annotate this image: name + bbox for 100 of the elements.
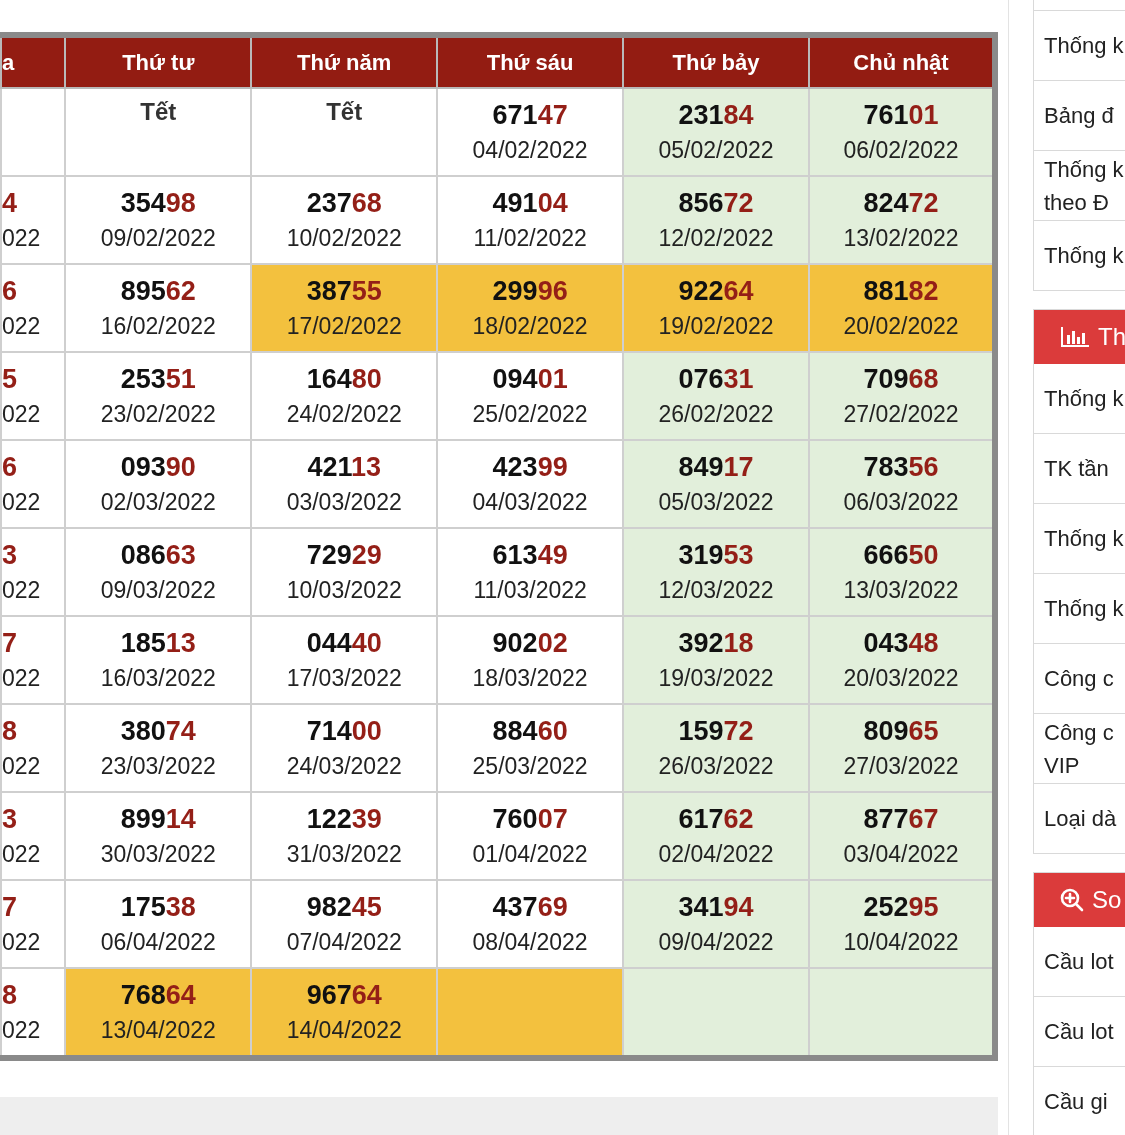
result-date: 02/03/2022	[100, 489, 216, 516]
result-number: 70968	[863, 364, 939, 395]
result-number: 92264	[678, 276, 754, 307]
result-number: 3	[3, 540, 18, 571]
result-date: 11/03/2022	[473, 577, 587, 604]
result-date: 20/02/2022	[843, 313, 959, 340]
result-number: 15972	[678, 716, 754, 747]
result-date: 18/02/2022	[472, 313, 588, 340]
result-number: 31953	[678, 540, 754, 571]
result-date: 07/04/2022	[286, 929, 402, 956]
holiday-label: Tết	[139, 98, 178, 126]
result-number: 12239	[306, 804, 382, 835]
sidebar-link[interactable]: Công c VIP	[1034, 713, 1125, 783]
result-date: 14/04/2022	[286, 1017, 402, 1044]
result-date: 022	[3, 225, 41, 252]
result-date: 17/03/2022	[286, 665, 402, 692]
weekday-header: Thứ năm	[251, 35, 438, 88]
result-number: 25351	[120, 364, 196, 395]
result-date: 09/02/2022	[100, 225, 216, 252]
sidebar-link[interactable]: Thống k	[1034, 573, 1125, 643]
result-number: 17538	[120, 892, 196, 923]
result-number: 29996	[492, 276, 568, 307]
sidebar-link[interactable]: Thống k	[1034, 11, 1125, 80]
result-date: 24/02/2022	[286, 401, 402, 428]
result-number: 23768	[306, 188, 382, 219]
result-date: 022	[3, 313, 41, 340]
result-date: 16/03/2022	[100, 665, 216, 692]
sidebar-link[interactable]: Thống k	[1034, 503, 1125, 573]
sidebar-link[interactable]: TK tần	[1034, 433, 1125, 503]
result-number: 84917	[678, 452, 754, 483]
result-date: 25/02/2022	[472, 401, 588, 428]
result-date: 022	[3, 489, 41, 516]
result-date: 09/04/2022	[658, 929, 774, 956]
result-number: 96764	[306, 980, 382, 1011]
sidebar-link[interactable]: Bảng đ	[1034, 80, 1125, 150]
result-date: 04/03/2022	[472, 489, 588, 516]
sidebar-link[interactable]: Công c	[1034, 643, 1125, 713]
result-number: 8	[3, 980, 18, 1011]
result-date: 25/03/2022	[472, 753, 588, 780]
sidebar-link[interactable]: Loại dà	[1034, 783, 1125, 853]
result-number: 16480	[306, 364, 382, 395]
result-number: 42113	[307, 452, 381, 483]
result-date: 05/03/2022	[658, 489, 774, 516]
result-number: 72929	[306, 540, 382, 571]
result-date: 03/04/2022	[843, 841, 959, 868]
result-number: 18513	[120, 628, 196, 659]
result-number: 7	[3, 628, 18, 659]
result-date: 022	[3, 577, 41, 604]
result-number: 07631	[678, 364, 754, 395]
result-number: 23184	[678, 100, 754, 131]
result-date: 10/04/2022	[843, 929, 959, 956]
result-date: 10/02/2022	[286, 225, 402, 252]
result-number: 67147	[492, 100, 568, 131]
result-date: 03/03/2022	[286, 489, 402, 516]
sidebar-link[interactable]: Thống k	[1034, 364, 1125, 433]
result-date: 022	[3, 753, 41, 780]
result-date: 31/03/2022	[286, 841, 402, 868]
result-number: 76101	[863, 100, 939, 131]
result-number: 38755	[306, 276, 382, 307]
result-date: 26/03/2022	[658, 753, 774, 780]
result-date: 27/03/2022	[843, 753, 959, 780]
sidebar-header-title: Th	[1098, 323, 1125, 351]
result-number: 04440	[306, 628, 382, 659]
result-date: 24/03/2022	[286, 753, 402, 780]
weekday-header: Chủ nhật	[809, 35, 995, 88]
result-date: 02/04/2022	[658, 841, 774, 868]
result-date: 08/04/2022	[472, 929, 588, 956]
weekday-header: Thứ sáu	[437, 35, 624, 88]
result-date: 13/04/2022	[100, 1017, 216, 1044]
result-date: 12/03/2022	[658, 577, 774, 604]
result-number: 6	[3, 276, 18, 307]
result-number: 89914	[120, 804, 196, 835]
result-number: 85672	[678, 188, 754, 219]
result-number: 09401	[492, 364, 568, 395]
result-number: 88460	[492, 716, 568, 747]
sidebar-link[interactable]: Thống k	[1034, 220, 1125, 290]
result-date: 04/02/2022	[472, 137, 588, 164]
zoom-in-icon	[1060, 888, 1084, 912]
result-number: 08663	[120, 540, 196, 571]
result-number: 8	[3, 716, 18, 747]
result-number: 49104	[492, 188, 568, 219]
result-number: 90202	[492, 628, 568, 659]
result-date: 12/02/2022	[658, 225, 774, 252]
result-number: 3	[3, 804, 18, 835]
sidebar-link[interactable]: Cầu lot	[1034, 996, 1125, 1066]
sidebar-link[interactable]: Thống k theo Đ	[1034, 150, 1125, 220]
sidebar-link[interactable]: Cầu gi	[1034, 1066, 1125, 1135]
result-number: 89562	[120, 276, 196, 307]
result-date: 18/03/2022	[472, 665, 588, 692]
result-date: 13/03/2022	[843, 577, 959, 604]
result-date: 022	[3, 1017, 41, 1044]
result-number: 76007	[492, 804, 568, 835]
result-date: 06/04/2022	[100, 929, 216, 956]
sidebar-link[interactable]: Cầu lot	[1034, 927, 1125, 996]
result-number: 78356	[863, 452, 939, 483]
result-date: 26/02/2022	[658, 401, 774, 428]
result-date: 11/02/2022	[473, 225, 587, 252]
result-date: 09/03/2022	[100, 577, 216, 604]
result-number: 87767	[863, 804, 939, 835]
weekday-header: Thứ tư	[65, 35, 252, 88]
